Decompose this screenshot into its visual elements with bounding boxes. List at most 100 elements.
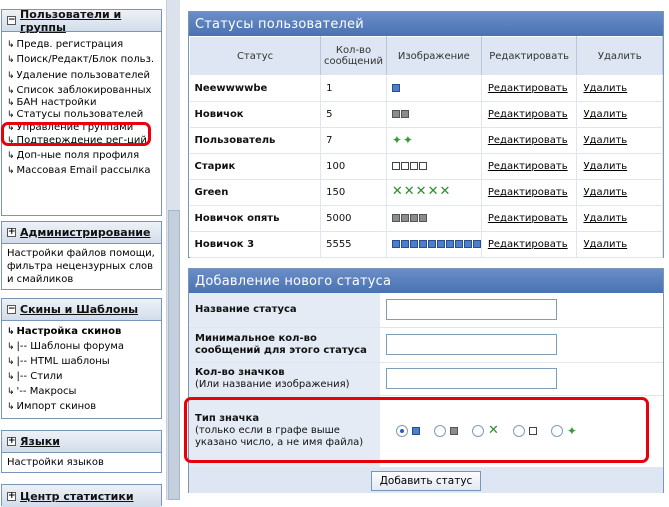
stats-title[interactable]: Центр статистики xyxy=(20,490,134,503)
scrollbar-thumb[interactable] xyxy=(168,210,180,500)
languages-header[interactable]: + Языки xyxy=(2,431,161,453)
menu-search-edit-ban[interactable]: ↳ Поиск/Редакт/Блок польз. xyxy=(2,52,161,68)
link-arrow-icon: ↳ xyxy=(7,357,15,367)
delete-link[interactable]: Удалить xyxy=(583,239,627,250)
delete-cell: Удалить xyxy=(576,75,663,102)
delete-link[interactable]: Удалить xyxy=(583,109,627,120)
expand-icon[interactable]: + xyxy=(7,228,16,237)
languages-panel: + Языки Настройки языков xyxy=(1,430,162,473)
admin-header[interactable]: + Администрирование xyxy=(2,222,161,244)
edit-cell: Редактировать xyxy=(481,101,578,128)
status-name: Green xyxy=(189,179,322,206)
edit-link[interactable]: Редактировать xyxy=(488,213,568,224)
edit-link[interactable]: Редактировать xyxy=(488,135,568,146)
edit-link[interactable]: Редактировать xyxy=(488,109,568,120)
menu-macros[interactable]: ↳ '-- Макросы xyxy=(2,384,161,399)
edit-cell: Редактировать xyxy=(481,153,578,180)
collapse-icon[interactable]: − xyxy=(7,16,16,25)
table-row: Новичок опять 5000 Редактировать Удалить xyxy=(189,205,663,232)
edit-cell: Редактировать xyxy=(481,231,578,258)
stats-header[interactable]: + Центр статистики xyxy=(2,485,161,507)
edit-cell: Редактировать xyxy=(481,127,578,154)
green-x-icon: ✕ xyxy=(391,184,403,199)
menu-pre-registration[interactable]: ↳ Предв. регистрация xyxy=(2,37,161,52)
menu-html-templates[interactable]: ↳ |-- HTML шаблоны xyxy=(2,354,161,369)
menu-delete-users[interactable]: ↳ Удаление пользователей xyxy=(2,68,161,83)
admin-panel: + Администрирование Настройки файлов помо… xyxy=(1,221,162,290)
green-x-icon: ✕ xyxy=(403,184,415,199)
min-posts-label: Минимальное кол-во сообщений для этого с… xyxy=(189,327,380,363)
blue-pip-icon xyxy=(454,240,463,248)
status-name-input[interactable] xyxy=(386,299,557,321)
link-arrow-icon: ↳ xyxy=(7,166,15,176)
menu-ban-settings[interactable]: ↳ БАН настройки xyxy=(2,98,161,107)
menu-profile-fields[interactable]: ↳ Доп-ные поля профиля xyxy=(2,148,161,163)
delete-link[interactable]: Удалить xyxy=(583,187,627,198)
col-status: Статус xyxy=(188,36,322,76)
status-name-label: Название статуса xyxy=(189,293,380,328)
users-menu: ↳ Предв. регистрация ↳ Поиск/Редакт/Блок п… xyxy=(2,32,161,178)
blue-pip-icon xyxy=(391,240,400,248)
delete-link[interactable]: Удалить xyxy=(583,83,627,94)
gray-pip-icon xyxy=(400,110,409,118)
delete-link[interactable]: Удалить xyxy=(583,161,627,172)
gray-pip-icon xyxy=(409,214,418,222)
statuses-table: Статус Кол-во сообщений Изображение Реда… xyxy=(188,36,663,258)
add-status-title: Добавление нового статуса xyxy=(189,269,663,293)
icon-count-input[interactable] xyxy=(386,368,557,389)
menu-forum-templates[interactable]: ↳ |-- Шаблоны форума xyxy=(2,339,161,354)
edit-link[interactable]: Редактировать xyxy=(488,161,568,172)
link-arrow-icon: ↳ xyxy=(7,98,15,108)
form-cell xyxy=(380,293,663,328)
form-cell xyxy=(380,362,663,396)
admin-title[interactable]: Администрирование xyxy=(20,226,150,239)
white-pip-icon xyxy=(391,162,400,170)
expand-icon[interactable]: + xyxy=(7,437,16,446)
menu-blocked-list[interactable]: ↳ Список заблокированных xyxy=(2,83,161,98)
green-x-icon: ✕ xyxy=(415,184,427,199)
table-row: Green 150 ✕ ✕ ✕ ✕ ✕ Редактировать Удалить xyxy=(189,179,663,206)
skins-title[interactable]: Скины и Шаблоны xyxy=(20,303,138,316)
post-count: 100 xyxy=(320,153,387,180)
green-star-icon: ✦ xyxy=(402,133,413,147)
languages-title[interactable]: Языки xyxy=(20,435,60,448)
users-groups-header[interactable]: − Пользователи и группы xyxy=(2,8,161,34)
post-count: 5000 xyxy=(320,205,387,232)
image-cell xyxy=(386,75,482,102)
delete-cell: Удалить xyxy=(576,153,663,180)
link-arrow-icon: ↳ xyxy=(7,342,15,352)
menu-user-statuses[interactable]: ↳ Статусы пользователей xyxy=(2,107,161,122)
delete-cell: Удалить xyxy=(576,231,663,258)
link-arrow-icon: ↳ xyxy=(7,327,15,337)
delete-cell: Удалить xyxy=(576,101,663,128)
skins-header[interactable]: − Скины и Шаблоны xyxy=(2,299,161,321)
skins-menu: ↳ Настройка скинов ↳ |-- Шаблоны форума ↳ |… xyxy=(2,321,161,414)
form-row: Минимальное кол-во сообщений для этого с… xyxy=(189,327,663,363)
menu-mass-email[interactable]: ↳ Массовая Email рассылка xyxy=(2,163,161,178)
expand-icon[interactable]: + xyxy=(7,491,16,501)
min-posts-input[interactable] xyxy=(386,334,557,355)
blue-pip-icon xyxy=(436,240,445,248)
collapse-icon[interactable]: − xyxy=(7,305,16,314)
white-pip-icon xyxy=(418,162,427,170)
delete-link[interactable]: Удалить xyxy=(583,213,627,224)
menu-import-skins[interactable]: ↳ Импорт скинов xyxy=(2,399,161,414)
sidebar-scrollbar[interactable] xyxy=(166,0,180,500)
status-image: ✦ ✦ xyxy=(392,133,413,147)
status-name: Пользователь xyxy=(189,127,322,154)
delete-link[interactable]: Удалить xyxy=(583,135,627,146)
users-groups-panel: − Пользователи и группы ↳ Предв. регистрац… xyxy=(1,8,162,216)
edit-link[interactable]: Редактировать xyxy=(488,83,568,94)
add-status-button[interactable]: Добавить статус xyxy=(370,471,482,492)
blue-pip-icon xyxy=(391,84,400,92)
gray-pip-icon xyxy=(400,214,409,222)
menu-styles[interactable]: ↳ |-- Стили xyxy=(2,369,161,384)
menu-skin-settings[interactable]: ↳ Настройка скинов xyxy=(2,324,161,339)
gray-pip-icon xyxy=(418,214,427,222)
delete-cell: Удалить xyxy=(576,205,663,232)
edit-link[interactable]: Редактировать xyxy=(488,187,568,198)
blue-pip-icon xyxy=(463,240,472,248)
users-groups-title[interactable]: Пользователи и группы xyxy=(20,8,161,34)
edit-link[interactable]: Редактировать xyxy=(488,239,568,250)
col-image: Изображение xyxy=(385,36,482,76)
